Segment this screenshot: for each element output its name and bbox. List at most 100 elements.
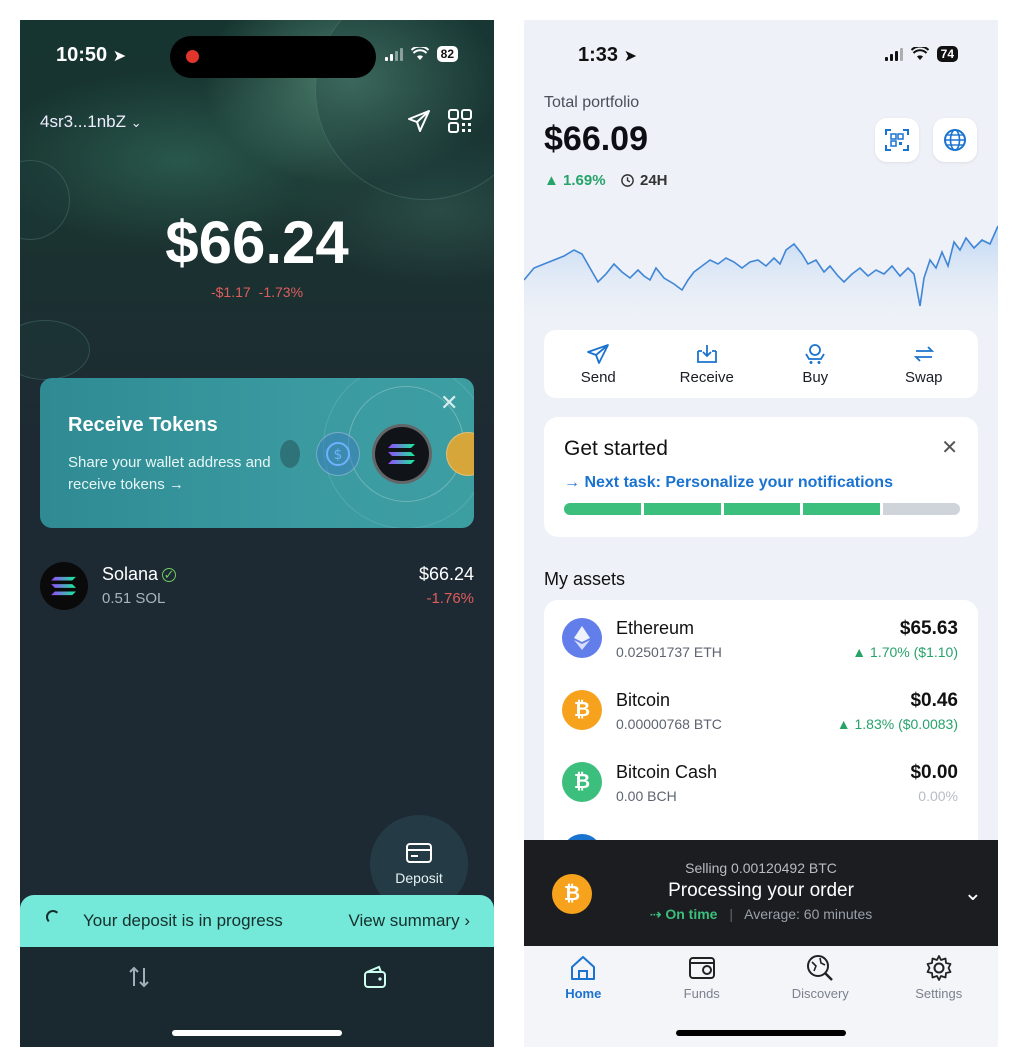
token-value: $66.24	[418, 564, 474, 584]
next-task-link[interactable]: → Next task: Personalize your notificati…	[564, 474, 893, 492]
asset-name: Bitcoin Cash	[616, 762, 718, 782]
order-title: Processing your order	[668, 880, 854, 901]
token-amount: 0.51 SOL	[102, 590, 166, 607]
deposit-label: Deposit	[395, 870, 443, 886]
send-button[interactable]: Send	[544, 330, 653, 398]
view-summary-link[interactable]: View summary ›	[348, 911, 470, 931]
swap-icon[interactable]	[126, 964, 152, 990]
discovery-icon	[807, 955, 834, 981]
balance-change: -$1.17 -1.73%	[20, 284, 494, 300]
recording-indicator	[186, 50, 199, 63]
chevron-down-icon[interactable]: ⌄	[964, 880, 982, 906]
home-indicator	[172, 1030, 342, 1036]
wallet-icon[interactable]	[362, 964, 388, 990]
asset-row-bitcoin[interactable]: ₿ Bitcoin 0.00000768 BTC $0.46 ▲ 1.83% (…	[544, 676, 978, 748]
balance-change-abs: -$1.17	[210, 284, 251, 300]
swap-icon	[913, 345, 934, 362]
status-time: 10:50 ➤	[56, 44, 127, 66]
swap-label: Swap	[904, 368, 943, 386]
wifi-icon	[910, 47, 929, 60]
status-bar: 1:33 ➤ 74	[578, 44, 958, 70]
order-subtitle: Selling 0.00120492 BTC	[685, 860, 837, 876]
deposit-status-text: Your deposit is in progress	[83, 911, 283, 930]
onboarding-progress	[564, 503, 960, 515]
asset-change: ▲ 1.70% ($1.10)	[852, 644, 958, 660]
tab-label: Home	[565, 986, 602, 1001]
wallet-balance: $66.24	[165, 209, 349, 276]
order-average: Average: 60 minutes	[744, 906, 873, 922]
network-button[interactable]	[933, 118, 977, 162]
asset-row-ethereum[interactable]: Ethereum 0.02501737 ETH $65.63 ▲ 1.70% (…	[544, 604, 978, 676]
close-icon[interactable]: ✕	[440, 390, 458, 416]
asset-amount: 0.02501737 ETH	[616, 644, 722, 660]
receive-label: Receive	[679, 368, 734, 386]
buy-icon	[805, 343, 826, 364]
ethereum-icon	[562, 618, 602, 658]
settings-icon	[926, 955, 952, 981]
svg-text:$: $	[334, 447, 343, 463]
order-status-banner[interactable]: ₿ Selling 0.00120492 BTC Processing your…	[524, 840, 998, 946]
left-phone-screen: 10:50 ➤ 82 4sr3...1nbZ ⌄ $66.24 -$1.17 -1…	[20, 20, 494, 1047]
asset-amount: 0.00000768 BTC	[616, 716, 722, 732]
solana-icon	[372, 424, 432, 484]
status-bar: 10:50 ➤ 82	[56, 36, 458, 78]
right-phone-screen: 1:33 ➤ 74 Total portfolio $66.09 ▲ 1.69%…	[524, 20, 998, 1047]
status-time: 1:33 ➤	[578, 44, 637, 66]
signal-icon	[384, 47, 403, 61]
tab-label: Funds	[683, 986, 720, 1001]
usdc-icon: $	[316, 432, 360, 476]
period-selector[interactable]: 24H	[620, 172, 668, 189]
wallet-address: 4sr3...1nbZ	[40, 112, 126, 131]
history-icon	[621, 174, 634, 187]
receive-tokens-title: Receive Tokens	[68, 414, 218, 436]
asset-amount: 0.00 BCH	[616, 788, 677, 804]
battery-indicator: 74	[936, 46, 958, 62]
planet-decoration	[20, 320, 90, 380]
qr-icon[interactable]	[447, 108, 473, 134]
asset-change: ▲ 1.83% ($0.0083)	[836, 716, 958, 732]
chevron-right-icon: ›	[464, 911, 470, 930]
loading-spinner-icon	[46, 910, 60, 924]
wallet-address-selector[interactable]: 4sr3...1nbZ ⌄	[40, 112, 142, 132]
battery-indicator: 82	[436, 46, 458, 62]
funds-icon	[688, 957, 715, 979]
my-assets-heading: My assets	[544, 569, 626, 589]
verified-icon: ✓	[162, 567, 177, 582]
get-started-card[interactable]: Get started ✕ → Next task: Personalize y…	[544, 417, 978, 537]
card-icon	[406, 843, 432, 863]
home-icon	[571, 956, 596, 980]
scan-icon	[885, 129, 909, 151]
scan-qr-button[interactable]	[875, 118, 919, 162]
swap-button[interactable]: Swap	[870, 330, 979, 398]
portfolio-change: ▲ 1.69%	[544, 172, 606, 189]
portfolio-chart[interactable]	[524, 220, 998, 330]
buy-button[interactable]: Buy	[761, 330, 870, 398]
status-icons: 74	[884, 46, 958, 62]
tab-home[interactable]: Home	[524, 946, 643, 1047]
chevron-down-icon: ⌄	[130, 115, 142, 130]
progress-segment	[803, 503, 881, 515]
token-row-solana[interactable]: Solana ✓ 0.51 SOL $66.24 -1.76%	[40, 560, 474, 612]
order-on-time: On time	[665, 906, 718, 922]
asset-change: 0.00%	[918, 788, 958, 804]
on-time-icon: ⇢	[649, 906, 666, 922]
asset-value: $0.00	[910, 762, 958, 783]
receive-tokens-card[interactable]: Receive Tokens Share your wallet address…	[40, 378, 474, 528]
get-started-title: Get started	[564, 437, 668, 460]
tab-label: Settings	[915, 986, 963, 1001]
close-icon[interactable]: ✕	[941, 435, 958, 460]
send-icon[interactable]	[406, 108, 432, 134]
tab-settings[interactable]: Settings	[880, 946, 999, 1047]
total-portfolio-label: Total portfolio	[544, 94, 640, 111]
token-name: Solana ✓	[102, 564, 177, 584]
receive-button[interactable]: Receive	[653, 330, 762, 398]
status-icons: 82	[384, 46, 458, 62]
home-indicator	[676, 1030, 846, 1036]
asset-value: $0.46	[910, 690, 958, 711]
asset-row-bitcoin-cash[interactable]: ₿ Bitcoin Cash 0.00 BCH $0.00 0.00%	[544, 748, 978, 820]
globe-icon	[944, 129, 966, 151]
progress-segment	[883, 503, 960, 515]
period-label: 24H	[640, 172, 668, 189]
asset-name: Bitcoin	[616, 690, 671, 710]
deposit-progress-bar[interactable]: Your deposit is in progress View summary…	[20, 895, 494, 947]
